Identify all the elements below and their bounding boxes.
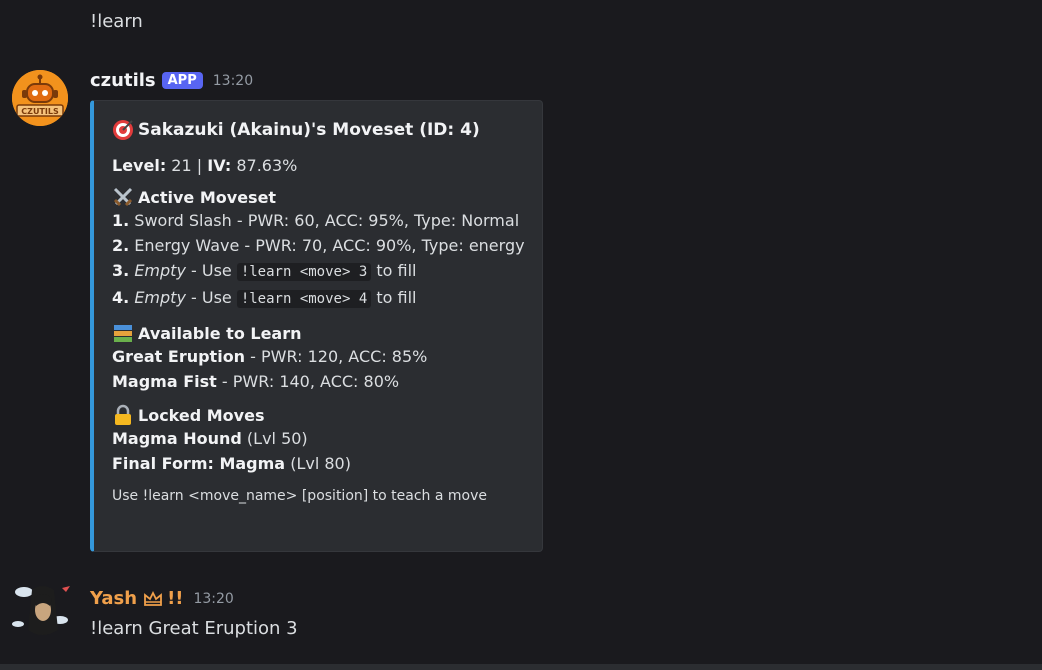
available-move-2: Magma Fist - PWR: 140, ACC: 80% bbox=[112, 369, 528, 394]
chat-area: !learn CZUTILS czutils APP 13:20 Sakazuk… bbox=[0, 0, 1042, 670]
move-text: Sword Slash - PWR: 60, ACC: 95%, Type: N… bbox=[129, 211, 520, 230]
available-move-stats: - PWR: 120, ACC: 85% bbox=[245, 347, 428, 366]
move-text: - Use bbox=[185, 288, 237, 307]
level-label: Level: bbox=[112, 156, 167, 175]
crown-icon bbox=[144, 590, 162, 606]
embed-title: Sakazuki (Akainu)'s Moveset (ID: 4) bbox=[112, 119, 528, 141]
embed-title-text: Sakazuki (Akainu)'s Moveset (ID: 4) bbox=[138, 120, 480, 140]
iv-value: 87.63% bbox=[231, 156, 298, 175]
composer-edge bbox=[0, 664, 1042, 670]
bot-message-header: czutils APP 13:20 bbox=[90, 70, 253, 91]
previous-message-text: !learn bbox=[90, 11, 143, 32]
user-message-text: !learn Great Eruption 3 bbox=[90, 618, 298, 639]
move-empty-label: Empty bbox=[134, 261, 186, 280]
available-heading: Available to Learn bbox=[112, 322, 528, 344]
available-move-name: Great Eruption bbox=[112, 347, 246, 366]
user-timestamp: 13:20 bbox=[193, 590, 234, 607]
user-username[interactable]: Yash bbox=[90, 588, 137, 609]
locked-move-name: Final Form: Magma bbox=[112, 454, 286, 473]
bot-avatar-label: CZUTILS bbox=[21, 107, 59, 116]
embed-footer: Use !learn <move_name> [position] to tea… bbox=[112, 488, 488, 504]
locked-move-level: (Lvl 80) bbox=[285, 454, 351, 473]
command-code: !learn <move> 3 bbox=[236, 263, 372, 281]
user-suffix: !! bbox=[167, 588, 184, 609]
bot-username[interactable]: czutils bbox=[90, 70, 156, 91]
locked-move-2: Final Form: Magma (Lvl 80) bbox=[112, 451, 528, 476]
command-code: !learn <move> 4 bbox=[236, 290, 372, 308]
move-empty-label: Empty bbox=[134, 288, 186, 307]
move-1: 1. Sword Slash - PWR: 60, ACC: 95%, Type… bbox=[112, 208, 528, 233]
robot-avatar-icon: CZUTILS bbox=[12, 70, 68, 126]
moveset-embed: Sakazuki (Akainu)'s Moveset (ID: 4) Leve… bbox=[90, 100, 543, 552]
available-move-stats: - PWR: 140, ACC: 80% bbox=[216, 372, 400, 391]
bot-timestamp: 13:20 bbox=[212, 72, 254, 89]
user-message-header: Yash !! 13:20 bbox=[90, 588, 234, 609]
level-value: 21 | bbox=[166, 156, 208, 175]
bot-avatar[interactable]: CZUTILS bbox=[12, 70, 68, 126]
move-2: 2. Energy Wave - PWR: 70, ACC: 90%, Type… bbox=[112, 233, 528, 258]
app-badge: APP bbox=[161, 72, 203, 89]
user-avatar-icon bbox=[12, 586, 70, 635]
move-4: 4. Empty - Use !learn <move> 4 to fill bbox=[112, 285, 528, 312]
books-icon bbox=[114, 325, 132, 342]
user-avatar[interactable] bbox=[12, 580, 72, 640]
move-text: - Use bbox=[185, 261, 237, 280]
crossed-swords-icon bbox=[113, 187, 133, 207]
available-move-name: Magma Fist bbox=[112, 372, 217, 391]
move-number: 2. bbox=[112, 236, 130, 255]
move-number: 3. bbox=[112, 261, 130, 280]
target-icon bbox=[113, 120, 133, 140]
move-text: Energy Wave - PWR: 70, ACC: 90%, Type: e… bbox=[129, 236, 525, 255]
move-number: 1. bbox=[112, 211, 130, 230]
iv-label: IV: bbox=[207, 156, 232, 175]
locked-move-name: Magma Hound bbox=[112, 429, 242, 448]
locked-move-level: (Lvl 50) bbox=[241, 429, 308, 448]
level-iv-line: Level: 21 | IV: 87.63% bbox=[112, 153, 528, 178]
locked-heading: Locked Moves bbox=[112, 404, 528, 426]
active-moveset-title: Active Moveset bbox=[138, 187, 277, 207]
locked-title: Locked Moves bbox=[138, 405, 265, 425]
active-moveset-heading: Active Moveset bbox=[112, 186, 528, 208]
locked-move-1: Magma Hound (Lvl 50) bbox=[112, 426, 528, 451]
available-title: Available to Learn bbox=[138, 323, 302, 343]
move-text: to fill bbox=[371, 288, 417, 307]
move-3: 3. Empty - Use !learn <move> 3 to fill bbox=[112, 258, 528, 285]
move-number: 4. bbox=[112, 288, 130, 307]
available-move-1: Great Eruption - PWR: 120, ACC: 85% bbox=[112, 344, 528, 369]
lock-icon bbox=[115, 404, 131, 425]
move-text: to fill bbox=[371, 261, 417, 280]
